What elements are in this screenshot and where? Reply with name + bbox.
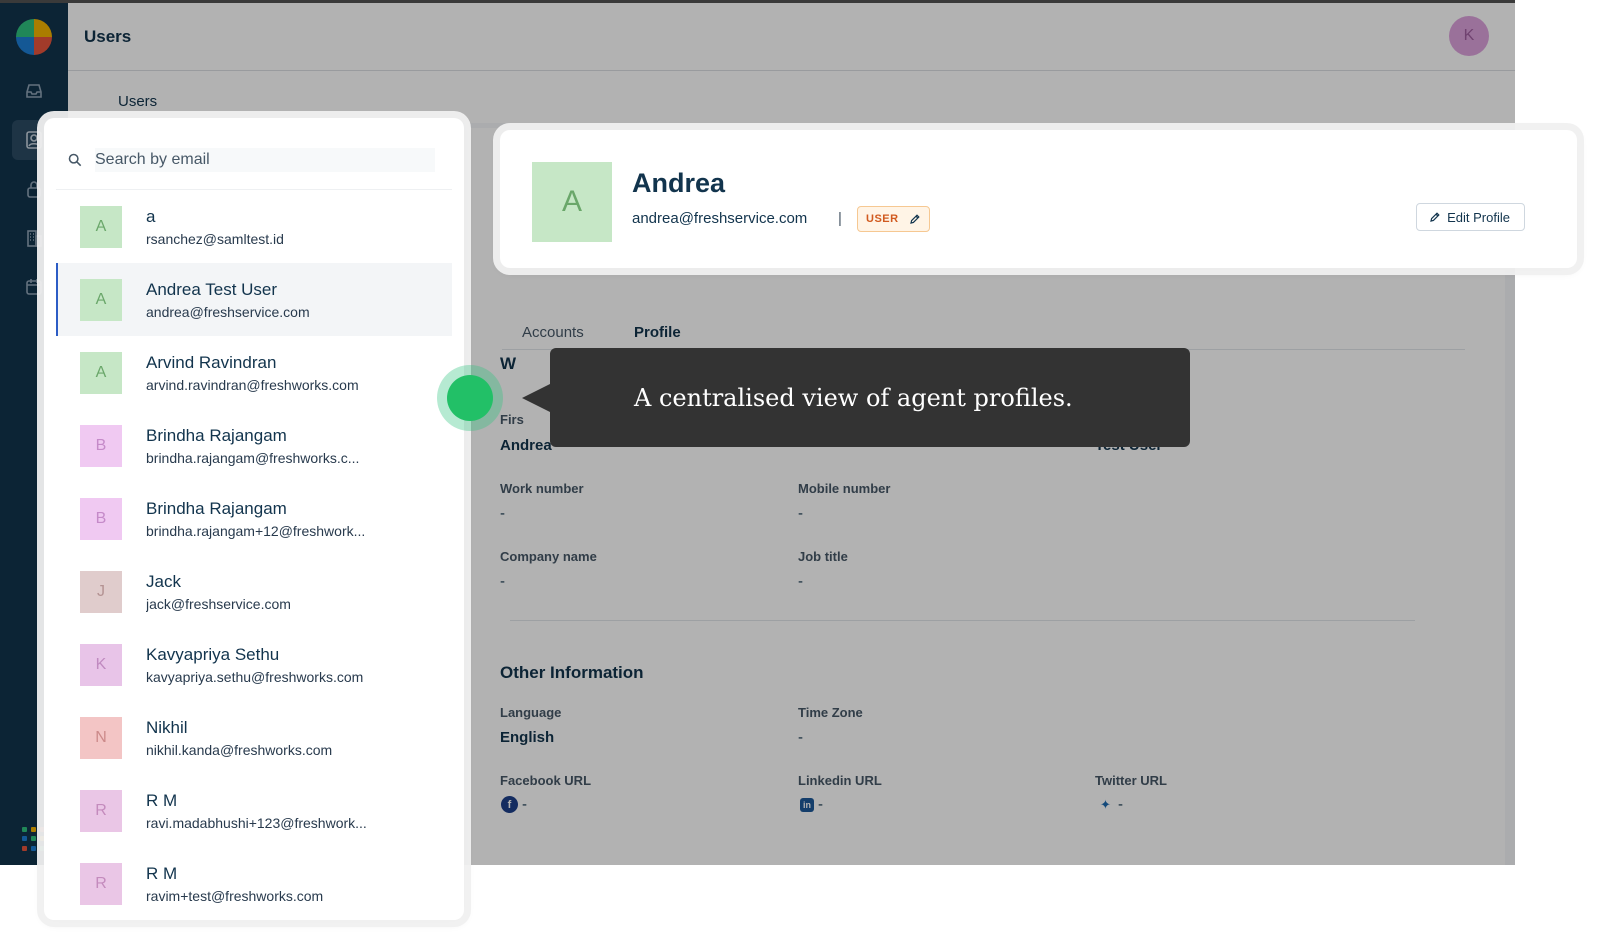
- user-avatar-square: A: [80, 351, 122, 394]
- user-list-item[interactable]: A Arvind Ravindran arvind.ravindran@freshw…: [56, 336, 452, 409]
- user-email: ravi.madabhushi+123@freshwork...: [146, 814, 367, 831]
- user-text: Nikhil nikhil.kanda@freshworks.com: [146, 718, 332, 758]
- search-icon: [68, 153, 82, 166]
- user-email: ravim+test@freshworks.com: [146, 887, 324, 904]
- user-list-item[interactable]: B Brindha Rajangam brindha.rajangam@freshw…: [56, 409, 452, 482]
- profile-avatar: A: [532, 162, 612, 242]
- user-email: brindha.rajangam@freshworks.c...: [146, 449, 360, 466]
- profile-name: Andrea: [632, 168, 726, 198]
- user-avatar-square: N: [80, 716, 122, 759]
- user-list-item[interactable]: R R M ravim+test@freshworks.com: [56, 847, 452, 920]
- user-avatar-square: R: [80, 789, 122, 832]
- user-name: Andrea Test User: [146, 279, 278, 299]
- user-text: R M ravi.madabhushi+123@freshwork...: [146, 791, 367, 831]
- user-name: a: [146, 206, 156, 226]
- user-list-item[interactable]: B Brindha Rajangam brindha.rajangam+12@fre…: [56, 482, 452, 555]
- search-input[interactable]: [95, 147, 435, 172]
- user-text: Brindha Rajangam brindha.rajangam+12@fres…: [146, 499, 365, 539]
- user-list-item[interactable]: R R M ravi.madabhushi+123@freshwork...: [56, 774, 452, 847]
- walkthrough-hotspot[interactable]: [437, 365, 503, 431]
- user-name: R M: [146, 790, 178, 810]
- user-email: rsanchez@samltest.id: [146, 230, 284, 247]
- profile-header-card: A Andrea andrea@freshservice.com | USER …: [500, 130, 1577, 268]
- user-name: Brindha Rajangam: [146, 425, 287, 445]
- user-text: Andrea Test User andrea@freshservice.com: [146, 280, 310, 320]
- user-list-item[interactable]: J Jack jack@freshservice.com: [56, 555, 452, 628]
- user-list-item[interactable]: K Kavyapriya Sethu kavyapriya.sethu@freshw…: [56, 628, 452, 701]
- hotspot-dot[interactable]: [447, 375, 493, 421]
- separator: |: [838, 210, 842, 227]
- user-name: Jack: [146, 571, 181, 591]
- user-name: Brindha Rajangam: [146, 498, 287, 518]
- user-email: arvind.ravindran@freshworks.com: [146, 376, 359, 393]
- walkthrough-tooltip: A centralised view of agent profiles.: [522, 348, 1190, 447]
- tooltip-text: A centralised view of agent profiles.: [634, 383, 1073, 412]
- user-text: a rsanchez@samltest.id: [146, 207, 284, 247]
- user-text: Brindha Rajangam brindha.rajangam@freshwo…: [146, 426, 359, 466]
- user-avatar-square: R: [80, 862, 122, 905]
- user-list-item[interactable]: A Andrea Test User andrea@freshservice.com: [56, 263, 452, 336]
- tooltip-arrow: [522, 384, 550, 412]
- user-avatar-square: K: [80, 643, 122, 686]
- user-text: R M ravim+test@freshworks.com: [146, 864, 323, 904]
- user-avatar-square: B: [80, 424, 122, 467]
- profile-email: andrea@freshservice.com: [632, 210, 808, 227]
- user-avatar-square: B: [80, 497, 122, 540]
- user-email: jack@freshservice.com: [146, 595, 291, 612]
- user-avatar-square: A: [80, 205, 122, 248]
- search-bar: [56, 130, 452, 190]
- user-list-item[interactable]: N Nikhil nikhil.kanda@freshworks.com: [56, 701, 452, 774]
- pencil-icon: [1430, 212, 1440, 222]
- user-text: Kavyapriya Sethu kavyapriya.sethu@freshwo…: [146, 645, 363, 685]
- user-text: Arvind Ravindran arvind.ravindran@freshwo…: [146, 353, 359, 393]
- user-email: nikhil.kanda@freshworks.com: [146, 741, 333, 758]
- user-name: Kavyapriya Sethu: [146, 644, 280, 664]
- user-list: Aa rsanchez@samltest.id A Andrea Test User a…: [56, 190, 452, 920]
- user-list-item[interactable]: Aa rsanchez@samltest.id: [56, 190, 452, 263]
- user-name: Nikhil: [146, 717, 188, 737]
- user-avatar-square: A: [80, 278, 122, 321]
- edit-role-icon[interactable]: [909, 213, 921, 225]
- user-name: R M: [146, 863, 178, 883]
- user-avatar-square: J: [80, 570, 122, 613]
- user-name: Arvind Ravindran: [146, 352, 277, 372]
- edit-profile-button[interactable]: Edit Profile: [1416, 203, 1525, 231]
- user-list-panel: Aa rsanchez@samltest.id A Andrea Test User a…: [44, 118, 464, 920]
- user-email: kavyapriya.sethu@freshworks.com: [146, 668, 364, 685]
- role-label: USER: [866, 213, 899, 225]
- role-badge: USER: [857, 206, 930, 232]
- user-email: brindha.rajangam+12@freshwork...: [146, 522, 366, 539]
- user-text: Jack jack@freshservice.com: [146, 572, 291, 612]
- user-email: andrea@freshservice.com: [146, 303, 310, 320]
